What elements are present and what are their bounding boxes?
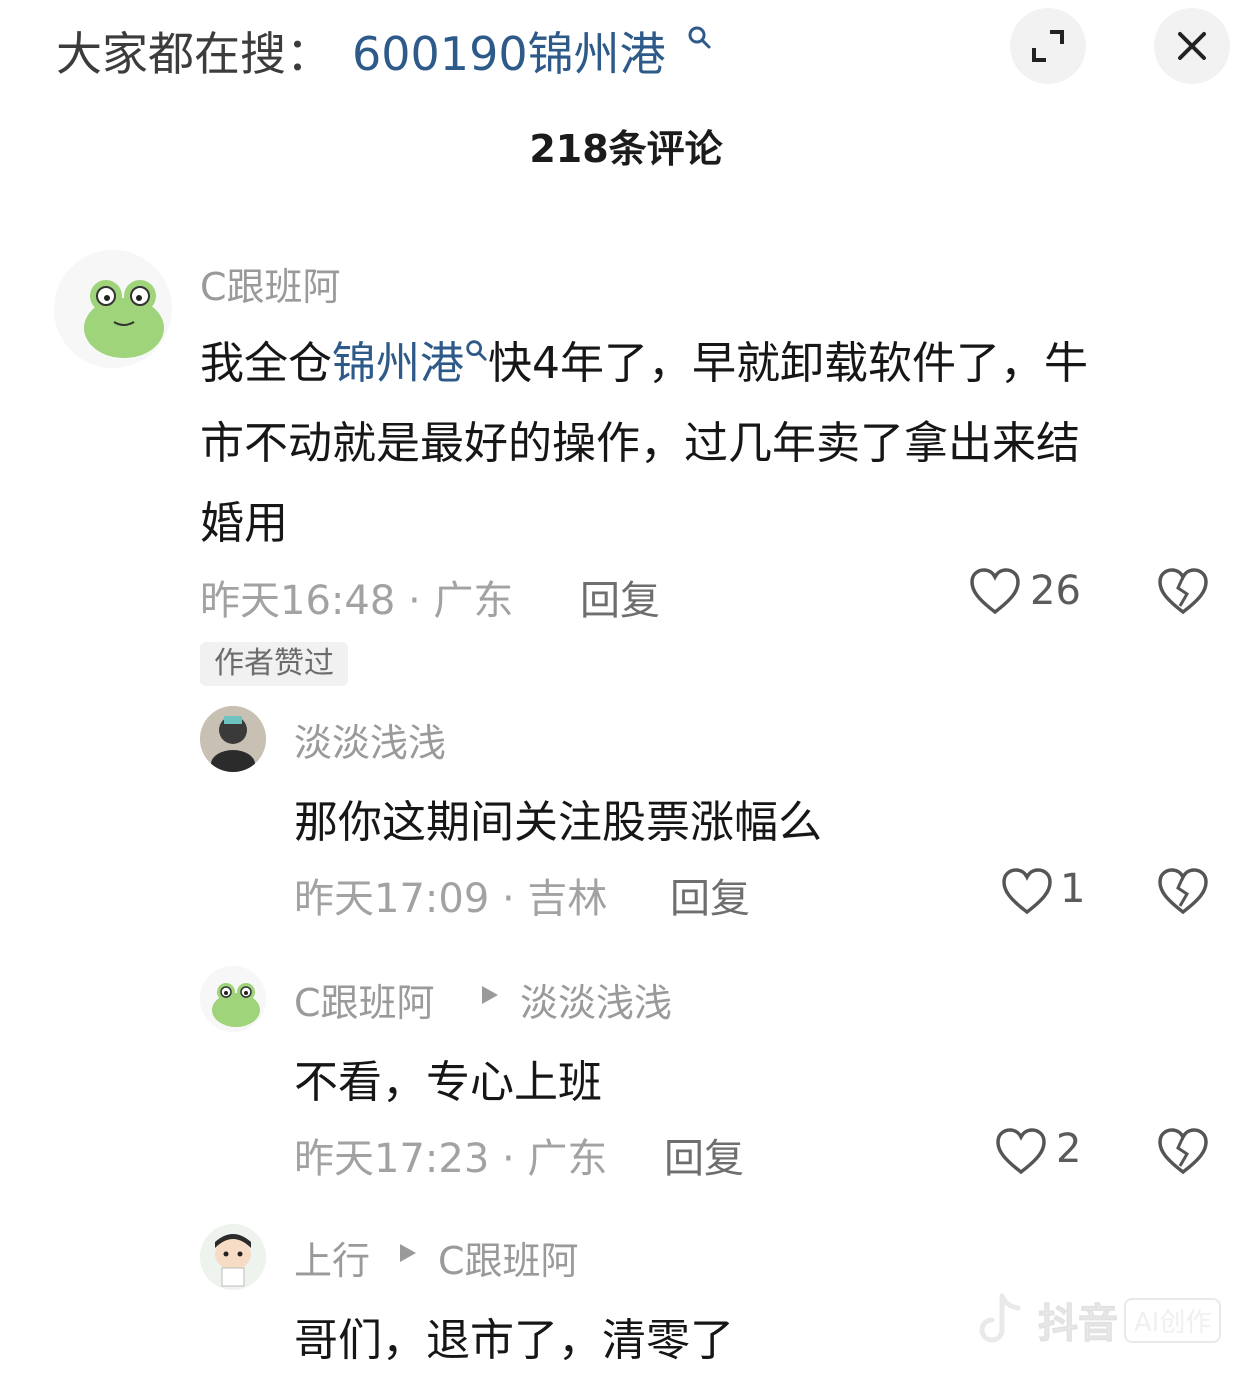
comment-time-location: 昨天17:09 · 吉林	[294, 876, 608, 922]
stock-link[interactable]: 锦州港	[332, 338, 464, 389]
comment-text-part: 婚用	[200, 498, 288, 549]
like-icon[interactable]	[994, 1126, 1048, 1176]
search-icon	[688, 26, 711, 49]
avatar[interactable]	[54, 250, 172, 368]
reply-arrow-icon	[400, 1244, 416, 1262]
close-icon	[1178, 32, 1206, 60]
watermark-badge: AI创作	[1124, 1297, 1222, 1343]
close-button[interactable]	[1154, 8, 1230, 84]
reply-to-username[interactable]: C跟班阿	[438, 1230, 579, 1285]
frog-avatar-icon	[200, 966, 266, 1032]
comment-username[interactable]: C跟班阿	[200, 256, 341, 311]
dislike-icon[interactable]	[1156, 1126, 1210, 1176]
like-count: 26	[1030, 568, 1081, 614]
comment-text-part: 市不动就是最好的操作，过几年卖了拿出来结	[200, 418, 1080, 469]
reply-button[interactable]: 回复	[580, 568, 660, 626]
douyin-logo-icon	[979, 1293, 1021, 1343]
comment-time-location: 昨天17:23 · 广东	[294, 1136, 608, 1182]
frog-avatar-icon	[54, 250, 172, 368]
cartoon-boy-avatar-icon	[200, 1224, 266, 1290]
reply-button[interactable]: 回复	[670, 866, 750, 924]
like-count: 1	[1060, 866, 1086, 912]
expand-button[interactable]	[1010, 8, 1086, 84]
douyin-watermark: 抖音 AI创作	[972, 1290, 1222, 1350]
comment-text: 那你这期间关注股票涨幅么	[294, 797, 822, 848]
search-suggestion-link[interactable]: 600190锦州港	[352, 18, 666, 84]
watermark-brand: 抖音	[1038, 1301, 1119, 1348]
comment-time-location: 昨天16:48 · 广东	[200, 578, 514, 624]
dislike-icon[interactable]	[1156, 566, 1210, 616]
avatar[interactable]	[200, 966, 266, 1032]
avatar[interactable]	[200, 1224, 266, 1290]
reply-arrow-icon	[482, 986, 498, 1004]
comment-text: 我全仓锦州港 快4年了，早就卸载软件了，牛 市不动就是最好的操作，过几年卖了拿出来…	[200, 324, 1220, 564]
comment-text: 哥们，退市了，清零了	[294, 1315, 734, 1366]
avatar[interactable]	[200, 706, 266, 772]
search-prefix: 大家都在搜：	[56, 27, 332, 81]
comment-username[interactable]: 淡淡浅浅	[294, 712, 446, 767]
expand-icon	[1032, 30, 1064, 62]
comment-text-part: 快4年了，早就卸载软件了，牛	[488, 338, 1088, 389]
comment-username[interactable]: C跟班阿	[294, 972, 435, 1027]
comment-count-title: 218条评论	[529, 127, 723, 171]
comment-text: 不看，专心上班	[294, 1057, 602, 1108]
search-icon	[466, 340, 487, 361]
like-count: 2	[1056, 1126, 1082, 1172]
reply-to-username[interactable]: 淡淡浅浅	[520, 972, 672, 1027]
comment-text-part: 我全仓	[200, 338, 332, 389]
dislike-icon[interactable]	[1156, 866, 1210, 916]
comment-username[interactable]: 上行	[294, 1230, 370, 1285]
author-liked-badge: 作者赞过	[200, 642, 348, 686]
user-photo-icon	[200, 706, 266, 772]
like-icon[interactable]	[1000, 866, 1054, 916]
like-icon[interactable]	[968, 566, 1022, 616]
reply-button[interactable]: 回复	[664, 1126, 744, 1184]
